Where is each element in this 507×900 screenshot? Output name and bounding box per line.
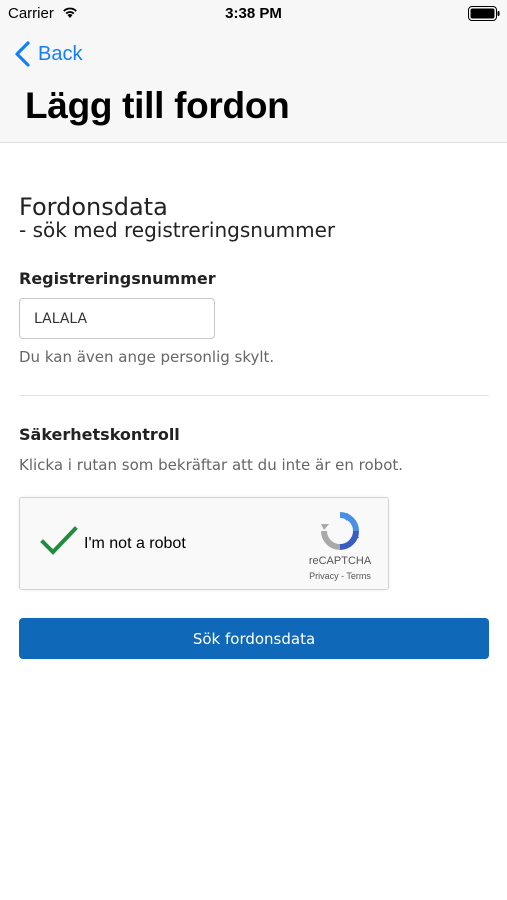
search-vehicle-data-button[interactable]: Sök fordonsdata — [19, 618, 489, 659]
registration-help-text: Du kan även ange personlig skylt. — [19, 348, 275, 366]
section-title: Fordonsdata — [19, 193, 168, 221]
page-title: Lägg till fordon — [25, 85, 290, 126]
battery-icon — [468, 6, 500, 21]
recaptcha-logo-icon — [321, 512, 359, 550]
navigation-bar: Back Lägg till fordon — [0, 28, 507, 143]
clock: 3:38 PM — [225, 5, 282, 22]
checkmark-icon[interactable] — [40, 525, 78, 557]
recaptcha-checkbox-label: I'm not a robot — [84, 535, 186, 552]
back-label: Back — [38, 42, 83, 65]
chevron-left-icon — [15, 41, 30, 67]
recaptcha-widget: I'm not a robot reCAPTCHA Privacy - Term… — [19, 497, 389, 590]
section-subtitle: - sök med registreringsnummer — [19, 218, 336, 242]
security-help-text: Klicka i rutan som bekräftar att du inte… — [19, 456, 404, 474]
security-label: Säkerhetskontroll — [19, 425, 180, 444]
section-divider — [19, 395, 489, 396]
registration-input[interactable] — [19, 298, 215, 339]
registration-label: Registreringsnummer — [19, 269, 216, 288]
back-button[interactable]: Back — [14, 40, 82, 68]
recaptcha-privacy-terms-links[interactable]: Privacy - Terms — [300, 571, 380, 581]
recaptcha-brand: reCAPTCHA — [308, 555, 372, 567]
status-bar: Carrier 3:38 PM — [0, 0, 507, 28]
